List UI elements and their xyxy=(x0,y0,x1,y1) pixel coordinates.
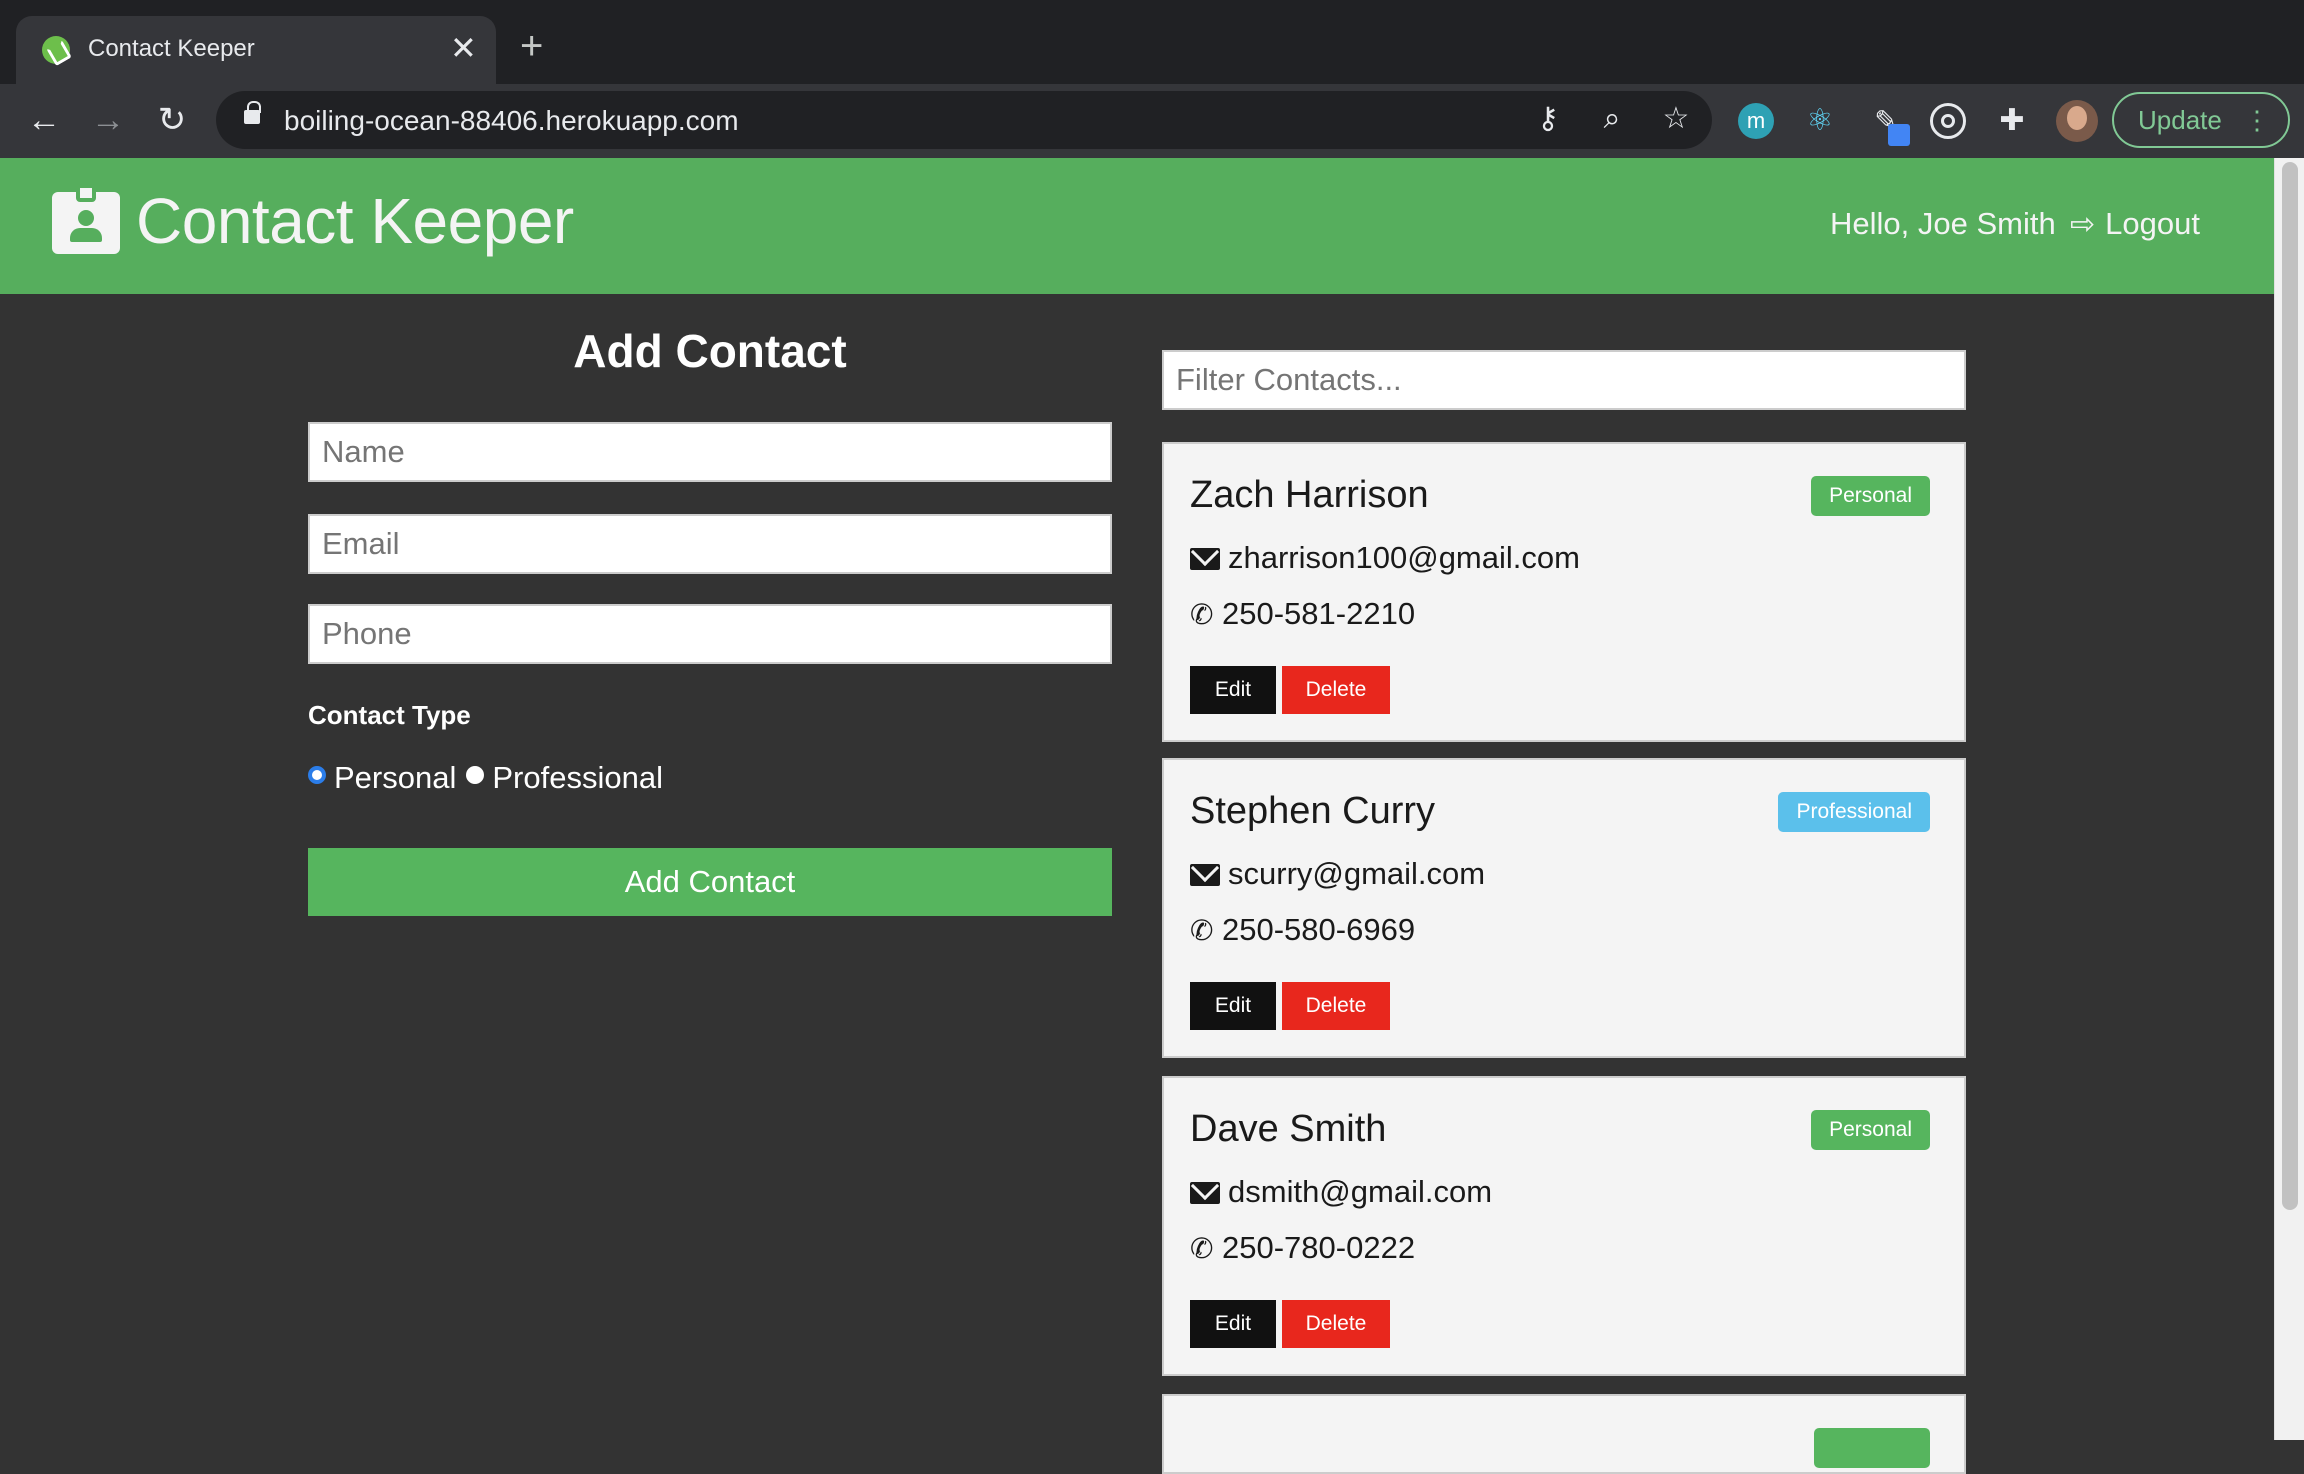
radio-professional-label: Professional xyxy=(492,759,663,795)
envelope-icon xyxy=(1190,864,1220,886)
envelope-icon xyxy=(1190,548,1220,570)
delete-button[interactable]: Delete xyxy=(1282,982,1390,1030)
lock-icon xyxy=(244,101,261,124)
radio-professional[interactable] xyxy=(466,765,485,784)
phone-icon: ✆ xyxy=(1190,599,1214,630)
contact-name: Stephen Curry xyxy=(1190,790,1436,832)
reload-icon[interactable]: ↻ xyxy=(150,98,194,142)
contact-email: scurry@gmail.com xyxy=(1190,856,1485,892)
forward-arrow-icon[interactable]: → xyxy=(86,98,130,142)
contact-phone-text: 250-581-2210 xyxy=(1222,596,1416,631)
scrollbar-thumb[interactable] xyxy=(2282,162,2298,1210)
pen-extension-badge xyxy=(1888,124,1910,146)
radio-personal[interactable] xyxy=(308,765,326,784)
contact-name: Zach Harrison xyxy=(1190,474,1429,516)
contact-email-text: zharrison100@gmail.com xyxy=(1228,540,1580,575)
contact-type-label: Contact Type xyxy=(308,700,471,730)
phone-favicon-icon xyxy=(42,36,70,64)
phone-input[interactable] xyxy=(308,604,1112,664)
logout-label: Logout xyxy=(2105,206,2200,241)
contact-email: dsmith@gmail.com xyxy=(1190,1174,1492,1210)
contact-type-badge: Professional xyxy=(1778,792,1930,832)
browser-tab-bar: Contact Keeper ✕ + xyxy=(0,0,2304,84)
app-navbar: Contact Keeper Hello, Joe Smith ⇨ Logout xyxy=(0,158,2274,294)
contact-card: Zach Harrison Personal zharrison100@gmai… xyxy=(1162,442,1966,742)
contact-type-radios: Personal Professional xyxy=(308,758,673,796)
phone-icon: ✆ xyxy=(1190,915,1214,946)
react-devtools-icon[interactable]: ⚛ xyxy=(1802,103,1838,139)
edit-button[interactable]: Edit xyxy=(1190,982,1276,1030)
brand-title: Contact Keeper xyxy=(136,185,574,257)
target-extension-icon[interactable] xyxy=(1930,103,1966,139)
contact-card: Stephen Curry Professional scurry@gmail.… xyxy=(1162,758,1966,1058)
phone-icon: ✆ xyxy=(1190,1233,1214,1264)
contact-card-partial xyxy=(1162,1394,1966,1474)
url-text[interactable]: boiling-ocean-88406.herokuapp.com xyxy=(284,105,739,137)
contact-card: Dave Smith Personal dsmith@gmail.com ✆ 25… xyxy=(1162,1076,1966,1376)
browser-tab[interactable]: Contact Keeper ✕ xyxy=(16,16,496,84)
email-input[interactable] xyxy=(308,514,1112,574)
contact-phone: ✆ 250-580-6969 xyxy=(1190,912,1415,948)
form-title: Add Contact xyxy=(573,325,847,377)
page-scrollbar[interactable] xyxy=(2274,158,2304,1440)
logout-link[interactable]: ⇨ Logout xyxy=(2070,206,2200,242)
name-input[interactable] xyxy=(308,422,1112,482)
star-icon[interactable]: ☆ xyxy=(1658,101,1694,137)
extensions-puzzle-icon[interactable]: ✚ xyxy=(1994,103,2030,139)
contact-email-text: dsmith@gmail.com xyxy=(1228,1174,1493,1209)
key-icon[interactable]: ⚷ xyxy=(1530,101,1566,137)
contact-email: zharrison100@gmail.com xyxy=(1190,540,1580,576)
contact-phone-text: 250-580-6969 xyxy=(1222,912,1416,947)
more-menu-icon[interactable]: ⋮ xyxy=(2244,94,2270,146)
close-tab-icon[interactable]: ✕ xyxy=(450,28,477,68)
edit-button[interactable]: Edit xyxy=(1190,1300,1276,1348)
contact-name: Dave Smith xyxy=(1190,1108,1387,1150)
edit-button[interactable]: Edit xyxy=(1190,666,1276,714)
contact-type-badge: Personal xyxy=(1811,1110,1930,1150)
delete-button[interactable]: Delete xyxy=(1282,666,1390,714)
update-label: Update xyxy=(2138,105,2222,135)
profile-avatar[interactable] xyxy=(2056,100,2098,142)
user-greeting: Hello, Joe Smith xyxy=(1830,206,2056,241)
update-button[interactable]: Update ⋮ xyxy=(2112,92,2290,148)
extension-m-icon[interactable]: m xyxy=(1738,103,1774,139)
add-contact-button[interactable]: Add Contact xyxy=(308,848,1112,916)
address-bar[interactable]: boiling-ocean-88406.herokuapp.com ⚷ ⌕ ☆ xyxy=(216,91,1712,149)
contact-phone: ✆ 250-581-2210 xyxy=(1190,596,1415,632)
tab-title: Contact Keeper xyxy=(88,35,255,62)
new-tab-icon[interactable]: + xyxy=(520,26,543,66)
contact-type-badge: Personal xyxy=(1811,476,1930,516)
sign-out-icon: ⇨ xyxy=(2070,208,2096,241)
zoom-icon[interactable]: ⌕ xyxy=(1594,101,1630,137)
contact-phone: ✆ 250-780-0222 xyxy=(1190,1230,1415,1266)
radio-personal-label: Personal xyxy=(334,759,457,795)
back-arrow-icon[interactable]: ← xyxy=(22,98,66,142)
contact-email-text: scurry@gmail.com xyxy=(1228,856,1486,891)
contact-type-badge-partial xyxy=(1814,1428,1930,1468)
contact-phone-text: 250-780-0222 xyxy=(1222,1230,1416,1265)
filter-contacts-input[interactable] xyxy=(1162,350,1966,410)
envelope-icon xyxy=(1190,1182,1220,1204)
id-badge-icon xyxy=(52,184,120,254)
delete-button[interactable]: Delete xyxy=(1282,1300,1390,1348)
